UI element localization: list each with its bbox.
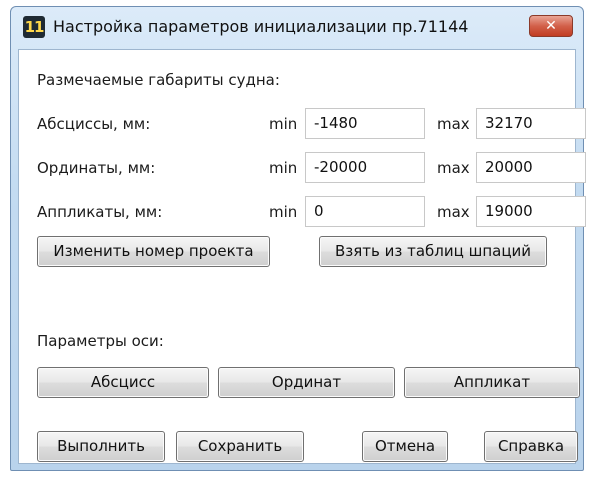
ordinate-label: Ординаты, мм:: [37, 159, 156, 177]
ordinate-max-label: max: [437, 159, 470, 177]
applicate-min-input[interactable]: 0: [305, 196, 425, 227]
abscissa-max-label: max: [437, 115, 470, 133]
save-button[interactable]: Сохранить: [176, 431, 304, 462]
dialog-content: Размечаемые габариты судна: Абсциссы, мм…: [18, 49, 586, 464]
axis-applicate-button[interactable]: Аппликат: [404, 367, 580, 398]
applicate-label: Аппликаты, мм:: [37, 203, 163, 221]
axis-heading: Параметры оси:: [37, 332, 164, 350]
cancel-button[interactable]: Отмена: [362, 431, 448, 462]
dialog-window: 11 Настройка параметров инициализации пр…: [10, 6, 586, 471]
ordinate-max-input[interactable]: 20000: [476, 152, 586, 183]
applicate-min-label: min: [269, 203, 298, 221]
applicate-max-label: max: [437, 203, 470, 221]
app-icon: 11: [23, 16, 45, 38]
applicate-max-input[interactable]: 19000: [476, 196, 586, 227]
dimensions-heading: Размечаемые габариты судна:: [37, 71, 280, 89]
abscissa-min-input[interactable]: -1480: [305, 108, 425, 139]
axis-abscissa-button[interactable]: Абсцисс: [37, 367, 209, 398]
ordinate-min-input[interactable]: -20000: [305, 152, 425, 183]
take-from-tables-button[interactable]: Взять из таблиц шпаций: [319, 236, 547, 267]
ordinate-min-label: min: [269, 159, 298, 177]
abscissa-min-label: min: [269, 115, 298, 133]
window-title: Настройка параметров инициализации пр.71…: [53, 17, 469, 36]
help-button[interactable]: Справка: [484, 431, 578, 462]
title-bar[interactable]: 11 Настройка параметров инициализации пр…: [11, 7, 583, 47]
run-button[interactable]: Выполнить: [37, 431, 165, 462]
axis-ordinate-button[interactable]: Ординат: [218, 367, 395, 398]
abscissa-label: Абсциссы, мм:: [37, 115, 151, 133]
change-project-button[interactable]: Изменить номер проекта: [37, 236, 270, 267]
close-button[interactable]: ✕: [529, 15, 573, 37]
abscissa-max-input[interactable]: 32170: [476, 108, 586, 139]
